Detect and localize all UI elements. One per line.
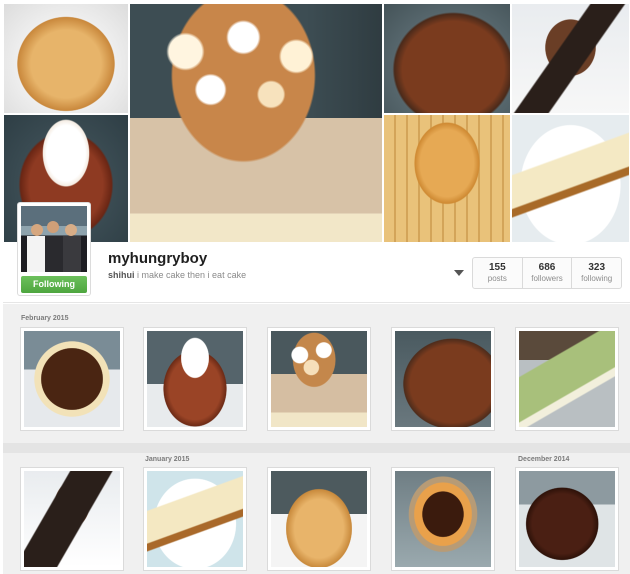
cover-photo-cheesecake[interactable] [511,114,630,243]
username[interactable]: myhungryboy [108,250,207,267]
stat-following[interactable]: 323 following [572,258,621,288]
feed-photo[interactable] [20,467,124,571]
cover-photo-waffle[interactable] [383,114,511,243]
photo-image [395,471,491,567]
stat-posts[interactable]: 155 posts [473,258,523,288]
avatar[interactable] [21,206,87,272]
display-name: shihui [108,270,135,280]
stats-box: 155 posts 686 followers 323 following [472,257,622,289]
photo-image [24,471,120,567]
feed-photo[interactable] [267,467,371,571]
feed-photo[interactable] [20,327,124,431]
feed-photo[interactable] [515,327,619,431]
bio-text: i make cake then i eat cake [137,270,247,280]
feed-photo[interactable] [515,467,619,571]
photo-image [24,331,120,427]
feed-photo[interactable] [143,327,247,431]
photo-image [395,331,491,427]
feed-photo[interactable] [267,327,371,431]
month-label: February 2015 [21,315,69,322]
photo-image [147,331,243,427]
stat-followers[interactable]: 686 followers [523,258,573,288]
month-label: January 2015 [145,456,190,463]
following-button[interactable]: Following [21,276,87,293]
month-label: December 2014 [518,456,570,463]
cover-photo-smores-cake[interactable] [129,3,383,243]
row-divider [3,443,630,453]
cover-photo-cake-slice[interactable] [511,3,630,114]
feed-photo[interactable] [391,327,495,431]
avatar-card: Following [17,202,91,296]
feed-photo[interactable] [391,467,495,571]
cover-photo-chocolate-tart[interactable] [383,3,511,114]
stat-following-value: 323 [588,262,606,273]
cover-collage [3,3,630,243]
stat-posts-value: 155 [488,262,506,273]
stat-followers-label: followers [531,274,563,283]
bio: shihui i make cake then i eat cake [108,270,246,280]
cover-photo-churro-tower[interactable] [3,3,129,114]
stat-posts-label: posts [487,274,507,283]
photo-image [271,471,367,567]
photo-image [519,471,615,567]
photo-image [519,331,615,427]
photo-image [271,331,367,427]
photo-image [147,471,243,567]
stat-followers-value: 686 [538,262,556,273]
stat-following-label: following [581,274,613,283]
options-caret-icon[interactable] [454,270,464,276]
feed-photo[interactable] [143,467,247,571]
